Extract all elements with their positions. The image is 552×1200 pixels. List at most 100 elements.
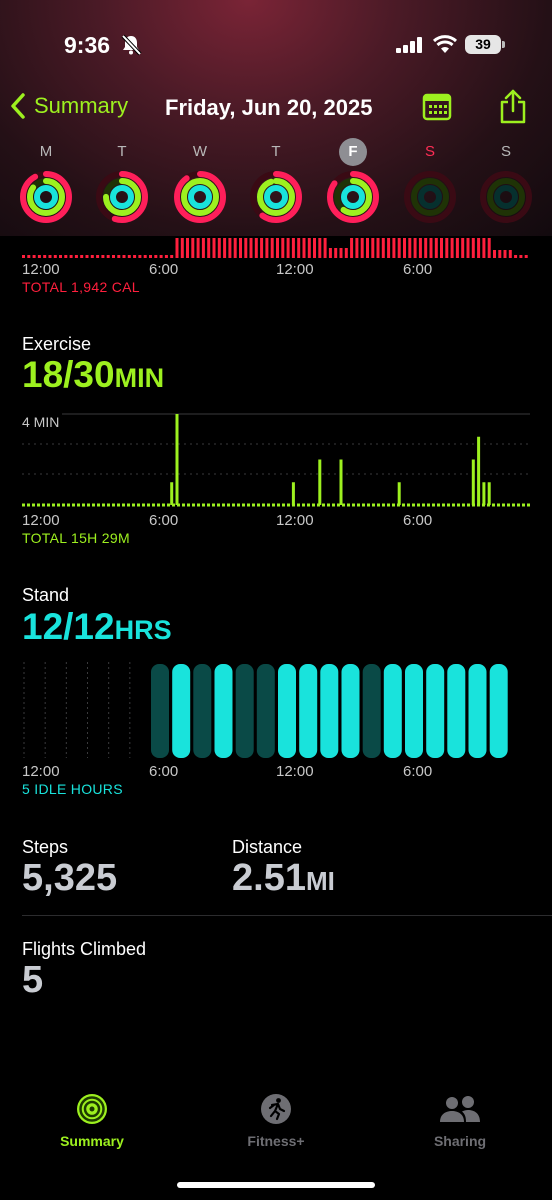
stand-ring	[110, 185, 134, 209]
move-bar	[106, 255, 110, 258]
day-friday[interactable]: F	[325, 138, 381, 224]
divider	[22, 915, 552, 916]
tab-sharing[interactable]: Sharing	[390, 1092, 530, 1149]
move-bar	[223, 238, 227, 258]
move-bar	[186, 238, 189, 258]
day-monday[interactable]: M	[18, 138, 74, 224]
calendar-button[interactable]	[422, 92, 452, 127]
move-bar	[112, 255, 115, 258]
day-letter: S	[500, 143, 511, 160]
move-bar	[334, 248, 338, 258]
activity-rings-icon	[327, 171, 379, 223]
x-tick-label: 6:00	[149, 512, 179, 529]
activity-rings-icon	[480, 171, 532, 223]
move-bar	[376, 238, 380, 258]
tab-summary[interactable]: Summary	[22, 1092, 162, 1149]
share-icon	[500, 89, 526, 124]
tab-bar: Summary Fitness+ Sharing	[0, 1092, 552, 1162]
move-bar	[191, 238, 195, 258]
day-letter: T	[271, 143, 281, 160]
exercise-bar	[318, 459, 322, 505]
move-bar	[350, 238, 354, 258]
page-title: Friday, Jun 20, 2025	[165, 95, 373, 120]
stand-bar	[299, 664, 318, 758]
status-time: 9:36	[64, 32, 111, 58]
move-bar	[466, 238, 470, 258]
move-bar	[22, 255, 25, 258]
move-bar	[471, 238, 475, 258]
share-button[interactable]	[498, 88, 528, 131]
move-bar	[196, 238, 200, 258]
move-bar	[127, 255, 131, 258]
move-bar	[133, 255, 137, 258]
week-strip: M T W T F S S	[0, 138, 552, 234]
tab-label: Sharing	[433, 1133, 487, 1149]
move-bar	[122, 255, 126, 258]
move-bar	[344, 248, 348, 258]
stand-bar	[172, 664, 191, 758]
move-bar	[355, 238, 359, 258]
back-button[interactable]: Summary	[10, 92, 128, 120]
activity-rings-icon	[174, 171, 226, 223]
tab-label: Summary	[60, 1133, 124, 1149]
day-letter-selected: F	[339, 138, 367, 166]
exercise-label: Exercise	[22, 334, 92, 354]
exercise-chart	[22, 413, 530, 507]
move-bar	[207, 238, 211, 258]
move-bar	[371, 238, 375, 258]
tab-fitness-plus[interactable]: Fitness+	[206, 1092, 346, 1149]
day-wednesday[interactable]: W	[172, 138, 228, 224]
day-sunday[interactable]: S	[478, 138, 534, 224]
stand-bar	[447, 664, 466, 758]
move-bar	[302, 238, 306, 258]
move-total: TOTAL 1,942 CAL	[22, 279, 140, 295]
battery-cap	[502, 41, 505, 48]
stand-bar	[405, 664, 423, 758]
stand-bar	[320, 664, 339, 758]
move-bar	[381, 238, 385, 258]
move-bar	[487, 238, 491, 258]
move-bar	[143, 255, 147, 258]
move-bar	[265, 238, 269, 258]
move-bar	[201, 238, 205, 258]
exercise-bar	[487, 482, 491, 505]
day-letter: S	[424, 143, 435, 160]
move-bar	[291, 238, 295, 258]
move-bar	[524, 255, 528, 258]
steps-label: Steps	[22, 837, 69, 857]
move-bar	[239, 238, 242, 258]
move-bar	[514, 255, 518, 258]
move-bar	[450, 238, 454, 258]
move-bar	[249, 238, 253, 258]
x-tick-label: 6:00	[403, 763, 433, 780]
move-bar	[37, 255, 41, 258]
battery-indicator: 39	[465, 35, 501, 54]
navigation-bar: Summary Friday, Jun 20, 2025	[0, 88, 552, 132]
move-bar	[424, 238, 428, 258]
x-tick-label: 6:00	[149, 763, 179, 780]
activity-rings-icon	[20, 171, 72, 223]
move-bar	[519, 255, 523, 258]
stand-unit: HRS	[114, 615, 172, 645]
stand-total: 5 IDLE HOURS	[22, 781, 123, 797]
activity-rings-icon	[404, 171, 456, 223]
stand-value-number: 12/12	[22, 606, 115, 647]
move-bar	[270, 238, 274, 258]
activity-rings-icon	[250, 171, 302, 223]
exercise-bar	[291, 482, 295, 505]
day-thursday[interactable]: T	[248, 138, 304, 224]
exercise-total: TOTAL 15H 29M	[22, 530, 130, 546]
move-bar	[90, 255, 94, 258]
move-bar	[482, 238, 486, 258]
x-tick-label: 12:00	[276, 512, 314, 529]
move-bar	[339, 248, 343, 258]
move-bar	[59, 255, 62, 258]
stand-bar	[214, 664, 233, 758]
move-bar	[328, 248, 332, 258]
day-saturday[interactable]: S	[402, 138, 458, 224]
move-bar	[440, 238, 443, 258]
day-tuesday[interactable]: T	[94, 138, 150, 224]
stand-ring-track	[494, 185, 518, 209]
day-letter: T	[117, 143, 127, 160]
chevron-left-icon	[11, 93, 25, 119]
